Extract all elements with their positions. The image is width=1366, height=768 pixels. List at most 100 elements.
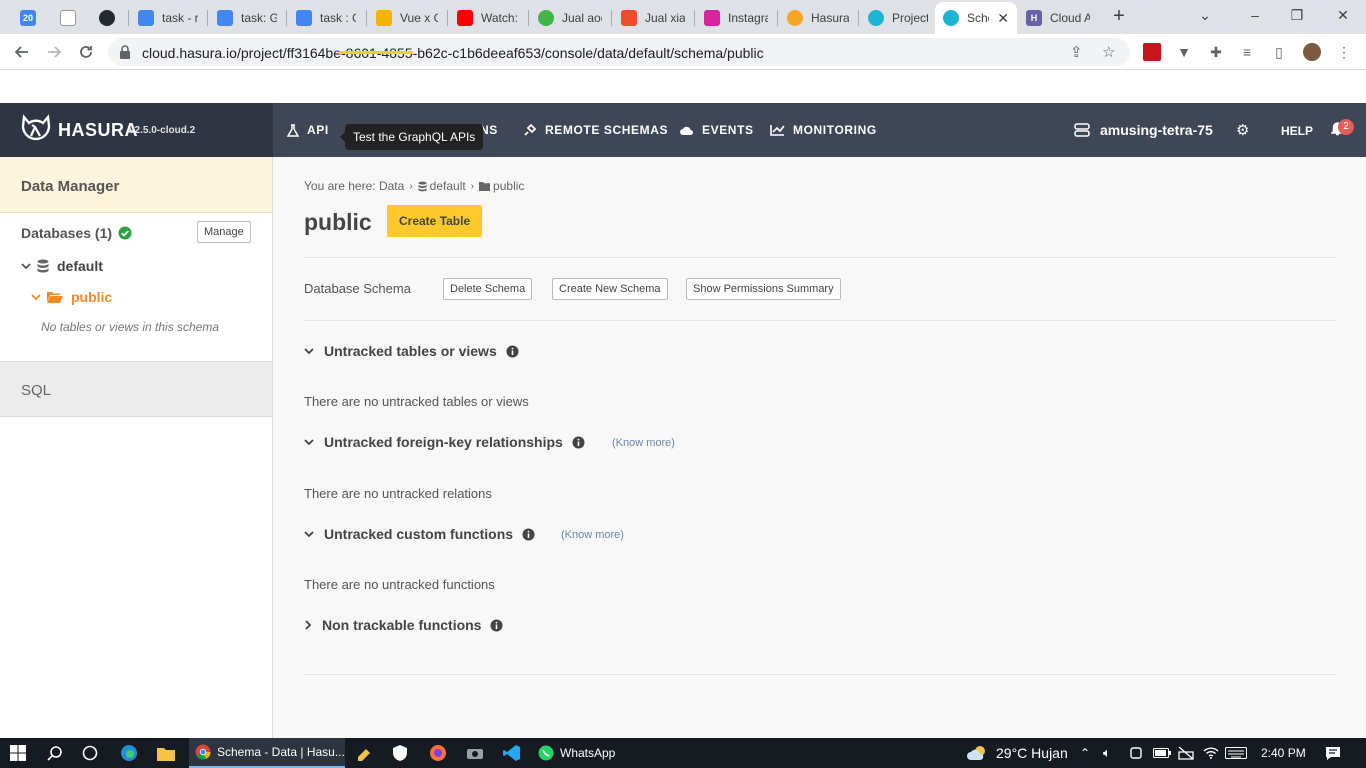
help-button[interactable]: HELP — [1281, 124, 1313, 138]
brand[interactable]: HASURA v2.5.0-cloud.2 — [0, 103, 273, 157]
side-panel-icon[interactable]: ▯ — [1270, 43, 1288, 61]
meet-now-icon[interactable] — [1129, 738, 1143, 768]
create-new-schema-button[interactable]: Create New Schema — [552, 278, 668, 300]
breadcrumb-data[interactable]: Data — [379, 179, 404, 193]
restore-icon[interactable]: ❐ — [1284, 4, 1310, 26]
battery-icon[interactable] — [1153, 738, 1171, 768]
edge-icon[interactable] — [120, 738, 138, 768]
kebab-menu-icon[interactable]: ⋮ — [1335, 43, 1353, 61]
know-more-link[interactable]: (Know more) — [612, 437, 675, 449]
nav-events[interactable]: EVENTS — [679, 103, 754, 157]
clock[interactable]: 2:40 PM — [1261, 746, 1306, 760]
chevron-down-icon[interactable]: ⌄ — [1192, 4, 1218, 26]
tab-docs-1[interactable]: task - re — [130, 4, 206, 32]
info-icon[interactable] — [572, 436, 585, 449]
nav-api[interactable]: API — [287, 103, 329, 157]
nav-monitoring[interactable]: MONITORING — [770, 103, 877, 157]
section-untracked-relationships[interactable]: Untracked foreign-key relationships — [304, 434, 585, 450]
address-bar[interactable]: cloud.hasura.io/project/ff3164be-8601-48… — [108, 38, 1130, 66]
volume-icon[interactable]: 🔈︎ — [1103, 738, 1111, 768]
reload-icon[interactable] — [74, 40, 98, 64]
tab-title: Jual xiac — [645, 11, 685, 25]
chevron-down-icon[interactable] — [304, 530, 314, 538]
pinned-app-icon[interactable] — [356, 738, 372, 768]
vscode-icon[interactable] — [503, 738, 521, 768]
weather-text: 29°C Hujan — [996, 745, 1068, 761]
project-selector[interactable]: amusing-tetra-75 — [1074, 103, 1213, 157]
tab-docs-3[interactable]: task : G — [288, 4, 364, 32]
window-close-icon[interactable]: ✕ — [1330, 4, 1356, 26]
know-more-link[interactable]: (Know more) — [561, 529, 624, 541]
heroku-icon: H — [1026, 10, 1042, 26]
breadcrumb-schema[interactable]: public — [493, 179, 524, 193]
section-title: Untracked foreign-key relationships — [324, 434, 563, 450]
chevron-up-icon[interactable]: ⌃ — [1080, 738, 1090, 768]
tab-cloud[interactable]: H Cloud A — [1018, 4, 1098, 32]
search-icon[interactable] — [47, 738, 63, 768]
tree-item-default[interactable]: default — [21, 258, 103, 274]
tab-youtube[interactable]: Watch: — [449, 4, 527, 32]
info-icon[interactable] — [490, 619, 503, 632]
tab-graph[interactable] — [52, 4, 88, 32]
nav-remote-schemas[interactable]: REMOTE SCHEMAS — [523, 103, 668, 157]
extension-red-icon[interactable] — [1143, 43, 1161, 61]
shield-icon[interactable] — [393, 738, 407, 768]
share-icon[interactable]: ⇪ — [1070, 43, 1083, 61]
chevron-down-icon[interactable] — [304, 438, 314, 446]
extension-v-icon[interactable]: ▼ — [1175, 43, 1193, 61]
sidebar-item-sql[interactable]: SQL — [0, 361, 272, 417]
folder-open-icon — [47, 291, 63, 303]
media-queue-icon[interactable]: ≡ — [1238, 43, 1256, 61]
info-icon[interactable] — [522, 528, 535, 541]
tab-tokopedia[interactable]: Jual aoc — [530, 4, 610, 32]
windows-start-icon[interactable] — [10, 738, 26, 768]
tab-shopee[interactable]: Jual xiac — [613, 4, 693, 32]
chevron-down-icon[interactable] — [21, 262, 31, 270]
tab-slides[interactable]: Vue x G — [368, 4, 446, 32]
bookmark-star-icon[interactable]: ☆ — [1102, 43, 1115, 61]
section-untracked-tables[interactable]: Untracked tables or views — [304, 343, 519, 359]
tab-calendar[interactable]: 20 — [12, 4, 48, 32]
sidebar-title[interactable]: Data Manager — [0, 157, 272, 213]
weather-widget[interactable]: 29°C Hujan — [966, 738, 1068, 768]
chevron-down-icon[interactable] — [304, 347, 314, 355]
tab-github[interactable] — [91, 4, 127, 32]
section-untracked-functions[interactable]: Untracked custom functions — [304, 526, 535, 542]
firefox-icon[interactable] — [429, 738, 447, 768]
tab-instagram[interactable]: Instagra — [696, 4, 776, 32]
chevron-right-icon[interactable] — [304, 620, 312, 630]
windows-taskbar: Schema - Data | Hasu... WhatsApp 29°C Hu… — [0, 738, 1366, 768]
tree-item-public[interactable]: public — [31, 289, 112, 305]
hasura-header: HASURA v2.5.0-cloud.2 API NS REMOTE SCHE… — [0, 103, 1366, 157]
new-tab-plus-icon[interactable]: + — [1106, 5, 1132, 29]
puzzle-icon[interactable]: ✚ — [1207, 43, 1225, 61]
wifi-icon[interactable] — [1203, 738, 1219, 768]
notifications-icon[interactable] — [1325, 738, 1341, 768]
taskbar-whatsapp[interactable]: WhatsApp — [538, 738, 615, 768]
task-view-icon[interactable] — [82, 738, 98, 768]
gear-icon[interactable]: ⚙ — [1236, 121, 1249, 139]
network-off-icon[interactable] — [1178, 738, 1194, 768]
create-table-button[interactable]: Create Table — [387, 205, 483, 237]
back-icon[interactable] — [10, 40, 34, 64]
camera-icon[interactable] — [466, 738, 484, 768]
forward-icon[interactable] — [42, 40, 66, 64]
tab-projects[interactable]: Projects — [860, 4, 936, 32]
hasura-logo-icon — [20, 114, 52, 146]
chevron-down-icon[interactable] — [31, 293, 41, 301]
breadcrumb-database[interactable]: default — [430, 179, 466, 193]
tab-hasura[interactable]: Hasura — [779, 4, 857, 32]
delete-schema-button[interactable]: Delete Schema — [443, 278, 533, 300]
show-permissions-summary-button[interactable]: Show Permissions Summary — [686, 278, 841, 300]
close-icon[interactable]: ✕ — [997, 10, 1009, 27]
manage-button[interactable]: Manage — [197, 221, 251, 243]
section-non-trackable-functions[interactable]: Non trackable functions — [304, 617, 503, 633]
tab-docs-2[interactable]: task: Gr — [209, 4, 285, 32]
keyboard-icon[interactable] — [1225, 738, 1247, 768]
tab-schema-active[interactable]: Sche ✕ — [935, 2, 1017, 34]
info-icon[interactable] — [506, 345, 519, 358]
taskbar-chrome-window[interactable]: Schema - Data | Hasu... — [189, 738, 345, 768]
minimize-icon[interactable]: – — [1242, 4, 1268, 26]
avatar[interactable] — [1303, 43, 1321, 61]
file-explorer-icon[interactable] — [157, 738, 175, 768]
